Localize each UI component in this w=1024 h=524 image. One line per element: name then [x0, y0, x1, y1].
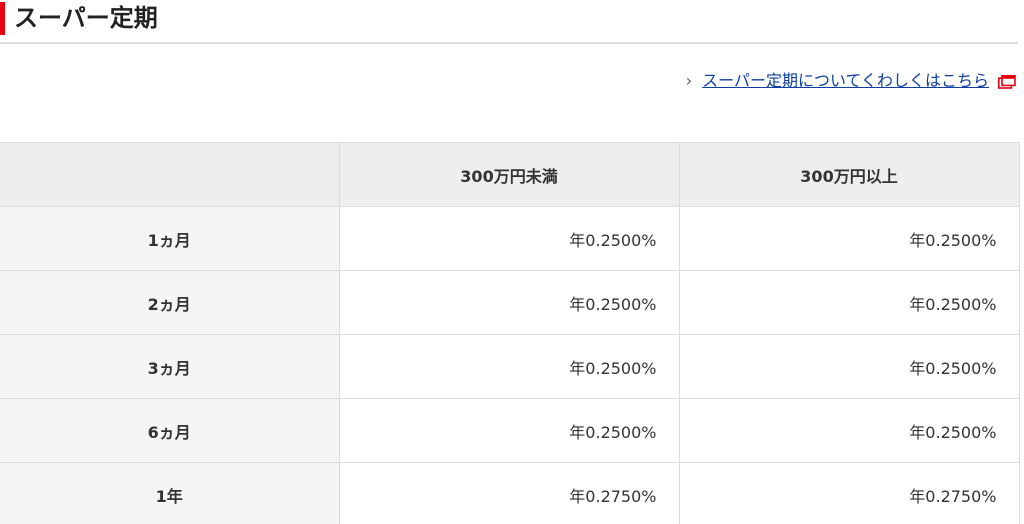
term-cell: 1ヵ月 — [0, 206, 340, 271]
header-cell-over-3m: 300万円以上 — [678, 142, 1020, 207]
page: スーパー定期 › スーパー定期についてくわしくはこちら 300万円未満 300万… — [0, 0, 1024, 524]
header-cell-under-3m: 300万円未満 — [338, 142, 680, 207]
rate-cell-over-3m: 年0.2500% — [678, 270, 1020, 335]
detail-link-row: › スーパー定期についてくわしくはこちら — [686, 68, 1016, 94]
chevron-right-icon: › — [685, 71, 693, 90]
rate-cell-over-3m: 年0.2500% — [678, 334, 1020, 399]
table-row: 3ヵ月 年0.2500% 年0.2500% — [0, 334, 1020, 399]
header-cell-term — [0, 142, 340, 207]
rate-cell-over-3m: 年0.2500% — [678, 206, 1020, 271]
table-row: 6ヵ月 年0.2500% 年0.2500% — [0, 398, 1020, 463]
term-cell: 6ヵ月 — [0, 398, 340, 463]
rate-cell-under-3m: 年0.2500% — [338, 334, 680, 399]
section-title: スーパー定期 — [14, 4, 158, 32]
rate-cell-under-3m: 年0.2500% — [338, 270, 680, 335]
table-row: 1年 年0.2750% 年0.2750% — [0, 462, 1020, 524]
detail-link[interactable]: スーパー定期についてくわしくはこちら — [702, 69, 989, 93]
rate-table: 300万円未満 300万円以上 1ヵ月 年0.2500% 年0.2500% 2ヵ… — [0, 142, 1020, 524]
rate-cell-under-3m: 年0.2500% — [338, 398, 680, 463]
term-cell: 2ヵ月 — [0, 270, 340, 335]
table-header-row: 300万円未満 300万円以上 — [0, 142, 1020, 207]
rate-cell-under-3m: 年0.2750% — [338, 462, 680, 524]
rate-cell-over-3m: 年0.2750% — [678, 462, 1020, 524]
section-heading: スーパー定期 — [0, 0, 1018, 44]
heading-accent-bar — [0, 2, 5, 35]
new-window-icon[interactable] — [998, 74, 1016, 89]
rate-cell-under-3m: 年0.2500% — [338, 206, 680, 271]
table-row: 1ヵ月 年0.2500% 年0.2500% — [0, 206, 1020, 271]
term-cell: 1年 — [0, 462, 340, 524]
rate-cell-over-3m: 年0.2500% — [678, 398, 1020, 463]
table-row: 2ヵ月 年0.2500% 年0.2500% — [0, 270, 1020, 335]
term-cell: 3ヵ月 — [0, 334, 340, 399]
